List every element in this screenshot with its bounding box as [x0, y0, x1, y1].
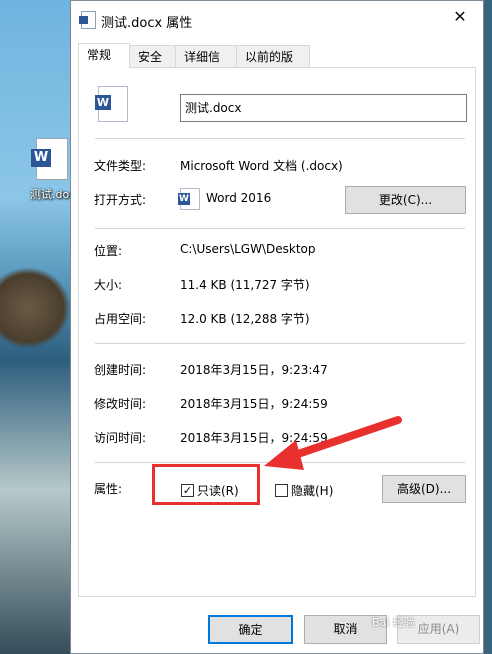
watermark-text: Bai 经验: [372, 616, 415, 629]
desktop-edge: [484, 0, 492, 654]
annotation-arrow: [264, 416, 402, 470]
tab-general[interactable]: 常规: [78, 43, 130, 68]
